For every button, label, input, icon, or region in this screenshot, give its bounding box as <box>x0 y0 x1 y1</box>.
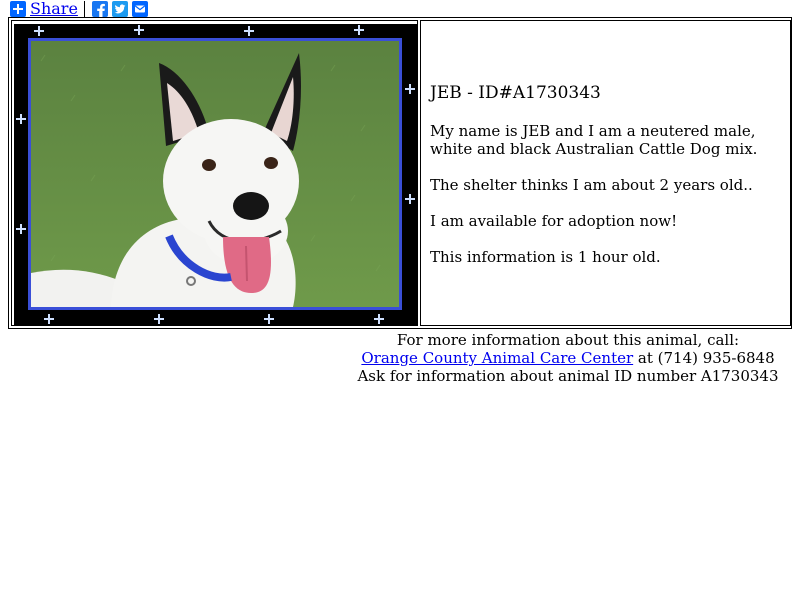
shelter-phone: at (714) 935-6848 <box>633 349 775 367</box>
animal-table: JEB - ID#A1730343 My name is JEB and I a… <box>8 17 792 329</box>
sparkle-icon <box>16 114 26 124</box>
animal-id-line: Ask for information about animal ID numb… <box>357 367 779 385</box>
animal-age: The shelter thinks I am about 2 years ol… <box>430 176 753 194</box>
facebook-icon[interactable] <box>91 1 108 17</box>
sparkle-icon <box>244 26 254 36</box>
email-icon[interactable] <box>131 1 148 17</box>
sparkle-icon <box>154 314 164 324</box>
sparkle-icon <box>405 194 415 204</box>
contact-info: For more information about this animal, … <box>340 331 796 385</box>
sparkle-icon <box>354 25 364 35</box>
share-divider <box>83 1 85 17</box>
info-cell: JEB - ID#A1730343 My name is JEB and I a… <box>420 20 791 326</box>
info-text: JEB - ID#A1730343 My name is JEB and I a… <box>430 83 785 284</box>
animal-description: My name is JEB and I am a neutered male,… <box>430 122 758 158</box>
sparkle-icon <box>405 84 415 94</box>
animal-title: JEB - ID#A1730343 <box>430 83 601 103</box>
photo-cell <box>11 20 418 326</box>
twitter-icon[interactable] <box>111 1 128 17</box>
share-link[interactable]: Share <box>30 1 78 17</box>
sparkle-icon <box>16 224 26 234</box>
sparkle-icon <box>374 314 384 324</box>
shelter-line: Orange County Animal Care Center at (714… <box>340 349 796 367</box>
share-bar: Share <box>10 1 152 17</box>
sparkle-icon <box>264 314 274 324</box>
shelter-link[interactable]: Orange County Animal Care Center <box>361 349 633 367</box>
sparkle-icon <box>34 26 44 36</box>
sparkle-icon <box>134 25 144 35</box>
photo-frame <box>14 24 417 326</box>
animal-availability: I am available for adoption now! <box>430 212 678 230</box>
sparkle-icon <box>44 314 54 324</box>
dog-photo <box>28 38 402 310</box>
info-age: This information is 1 hour old. <box>430 248 661 266</box>
addthis-plus-icon[interactable] <box>10 1 26 17</box>
contact-line: For more information about this animal, … <box>396 331 740 349</box>
